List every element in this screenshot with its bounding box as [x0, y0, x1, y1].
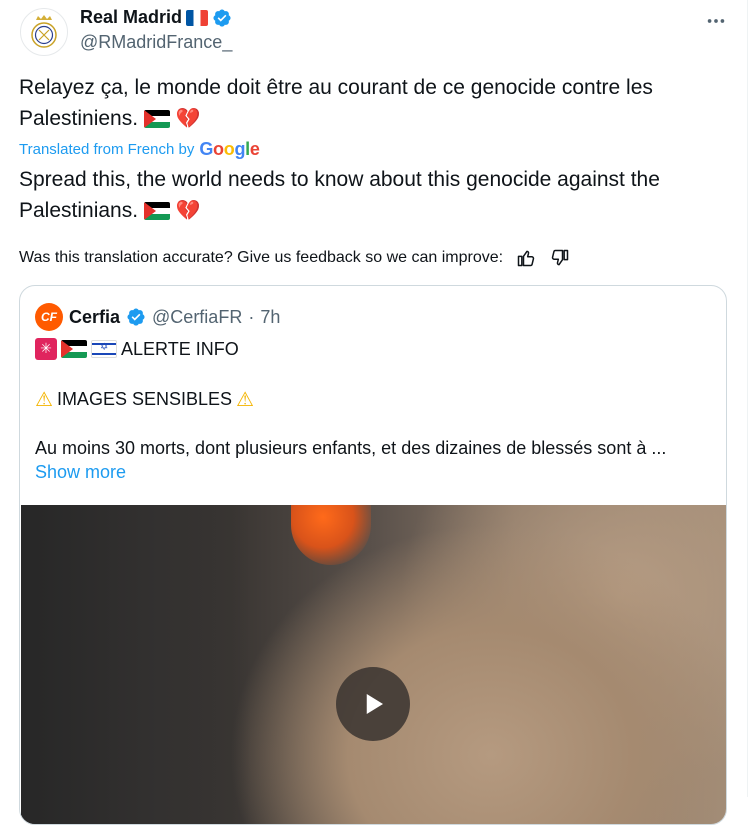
feedback-prompt: Was this translation accurate? Give us f…	[19, 249, 504, 266]
real-madrid-crest-icon	[31, 15, 57, 48]
video-shadow	[21, 505, 251, 824]
quoted-body: Au moins 30 morts, dont plusieurs enfant…	[35, 438, 667, 458]
quoted-timestamp[interactable]: 7h	[260, 307, 280, 328]
verified-badge-icon	[127, 308, 145, 326]
warning-icon: ⚠	[236, 387, 254, 411]
meta-separator: ·	[248, 306, 255, 327]
author-name-row[interactable]: Real Madrid	[80, 7, 232, 28]
cerfia-avatar: CF	[35, 303, 63, 331]
quoted-tweet-header: CF Cerfia @CerfiaFR · 7h	[35, 303, 280, 331]
thumbs-down-icon	[551, 249, 569, 266]
more-options-button[interactable]	[705, 10, 727, 38]
tweet-translated-line-1: Spread this, the world needs to know abo…	[19, 168, 660, 191]
tweet-translated-line-2: Palestinians. 💔	[19, 195, 719, 226]
thumbs-down-button[interactable]	[549, 247, 571, 269]
translation-attribution: Translated from French by Google	[19, 139, 260, 160]
quoted-video[interactable]	[21, 505, 726, 824]
thumbs-up-button[interactable]	[515, 247, 537, 269]
palestine-flag-icon	[61, 340, 87, 358]
palestine-flag-icon	[143, 202, 170, 221]
siren-icon: ✳	[35, 338, 57, 360]
palestine-flag-icon	[143, 110, 170, 129]
translation-feedback: Was this translation accurate? Give us f…	[19, 247, 571, 269]
tweet-original-text: Relayez ça, le monde doit être au couran…	[19, 73, 719, 134]
author-avatar[interactable]	[20, 8, 68, 56]
broken-heart-icon: 💔	[175, 106, 201, 130]
tweet-original-line-2: Palestiniens. 💔	[19, 103, 719, 134]
quoted-tweet[interactable]: CF Cerfia @CerfiaFR · 7h ✳ ALERTE INFO ⚠…	[19, 285, 727, 825]
google-logo: Google	[199, 139, 260, 159]
more-horizontal-icon	[707, 19, 725, 23]
translated-from-label: Translated from French by	[19, 141, 195, 158]
author-handle[interactable]: @RMadridFrance_	[80, 32, 232, 53]
tweet-original-line-1: Relayez ça, le monde doit être au couran…	[19, 76, 653, 99]
france-flag-icon	[186, 9, 209, 26]
video-highlight	[291, 505, 371, 565]
israel-flag-icon	[91, 340, 117, 358]
tweet-original-line-2-text: Palestiniens.	[19, 107, 139, 130]
show-more-link[interactable]: Show more	[35, 462, 126, 483]
tweet-translated-line-2-text: Palestinians.	[19, 199, 139, 222]
play-icon	[366, 694, 383, 714]
quoted-author-name[interactable]: Cerfia	[69, 307, 120, 328]
play-button[interactable]	[336, 667, 410, 741]
thumbs-up-icon	[517, 250, 535, 267]
verified-badge-icon	[213, 8, 231, 27]
warning-icon: ⚠	[35, 387, 53, 411]
warning-text: IMAGES SENSIBLES	[56, 388, 232, 409]
broken-heart-icon: 💔	[175, 198, 201, 222]
tweet-translated-text: Spread this, the world needs to know abo…	[19, 165, 719, 226]
alert-text: ALERTE INFO	[121, 338, 239, 359]
author-name[interactable]: Real Madrid	[80, 7, 182, 28]
quoted-author-handle[interactable]: @CerfiaFR	[152, 307, 242, 328]
quoted-warning-line: ⚠ IMAGES SENSIBLES ⚠	[35, 387, 254, 411]
quoted-alert-line: ✳ ALERTE INFO	[35, 338, 239, 360]
tweet: Real Madrid @RMadridFrance_ Relayez ça, …	[0, 0, 748, 825]
